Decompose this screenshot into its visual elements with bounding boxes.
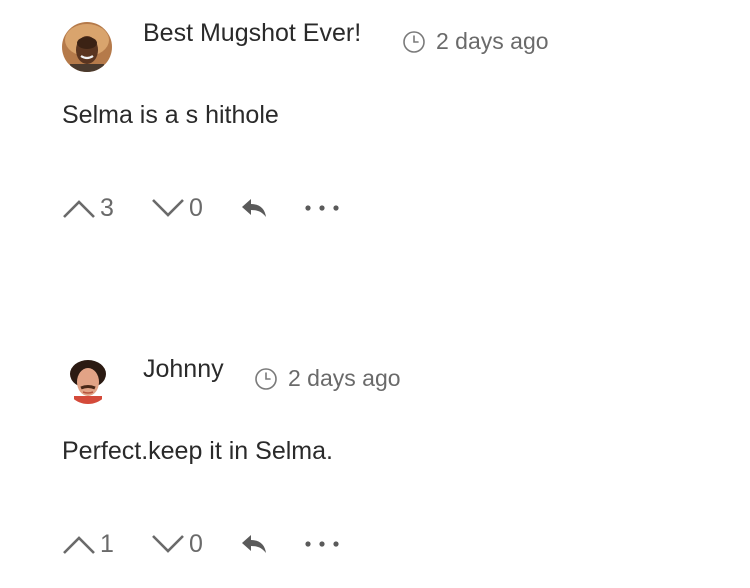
more-options-button[interactable] bbox=[302, 526, 342, 562]
comment-actions: 1 0 bbox=[62, 526, 382, 562]
comment-time-text: 2 days ago bbox=[436, 28, 549, 54]
downvote-count: 0 bbox=[189, 529, 203, 558]
chevron-down-icon bbox=[152, 535, 184, 553]
comment-author[interactable]: Johnny bbox=[143, 355, 224, 384]
upvote-button[interactable]: 1 bbox=[62, 526, 114, 562]
comment: Best Mugshot Ever! 2 days ago Selma is a… bbox=[0, 0, 750, 260]
comment-text: Selma is a s hithole bbox=[62, 101, 279, 129]
upvote-button[interactable]: 3 bbox=[62, 190, 114, 226]
avatar[interactable] bbox=[62, 22, 112, 72]
comment-text: Perfect.keep it in Selma. bbox=[62, 437, 333, 465]
more-horizontal-icon bbox=[305, 205, 339, 211]
upvote-count: 1 bbox=[100, 529, 114, 558]
chevron-up-icon bbox=[63, 536, 95, 554]
comment-timestamp: 2 days ago bbox=[402, 28, 549, 55]
avatar-photo-icon bbox=[62, 22, 112, 72]
upvote-count: 3 bbox=[100, 193, 114, 222]
downvote-count: 0 bbox=[189, 193, 203, 222]
comment: Johnny 2 days ago Perfect.keep it in Sel… bbox=[0, 336, 750, 588]
avatar[interactable] bbox=[65, 358, 111, 404]
reply-button[interactable] bbox=[240, 190, 268, 226]
comment-actions: 3 0 bbox=[62, 190, 382, 226]
clock-icon bbox=[255, 367, 277, 390]
downvote-button[interactable]: 0 bbox=[151, 190, 203, 226]
comment-timestamp: 2 days ago bbox=[254, 365, 401, 392]
reply-button[interactable] bbox=[240, 526, 268, 562]
downvote-button[interactable]: 0 bbox=[151, 526, 203, 562]
clock-icon bbox=[403, 30, 425, 53]
reply-icon bbox=[242, 199, 266, 217]
comment-author[interactable]: Best Mugshot Ever! bbox=[143, 19, 361, 48]
avatar-photo-icon bbox=[65, 358, 111, 404]
comment-time-text: 2 days ago bbox=[288, 365, 401, 391]
reply-icon bbox=[242, 535, 266, 553]
chevron-down-icon bbox=[152, 199, 184, 217]
more-options-button[interactable] bbox=[302, 190, 342, 226]
more-horizontal-icon bbox=[305, 541, 339, 547]
chevron-up-icon bbox=[63, 200, 95, 218]
